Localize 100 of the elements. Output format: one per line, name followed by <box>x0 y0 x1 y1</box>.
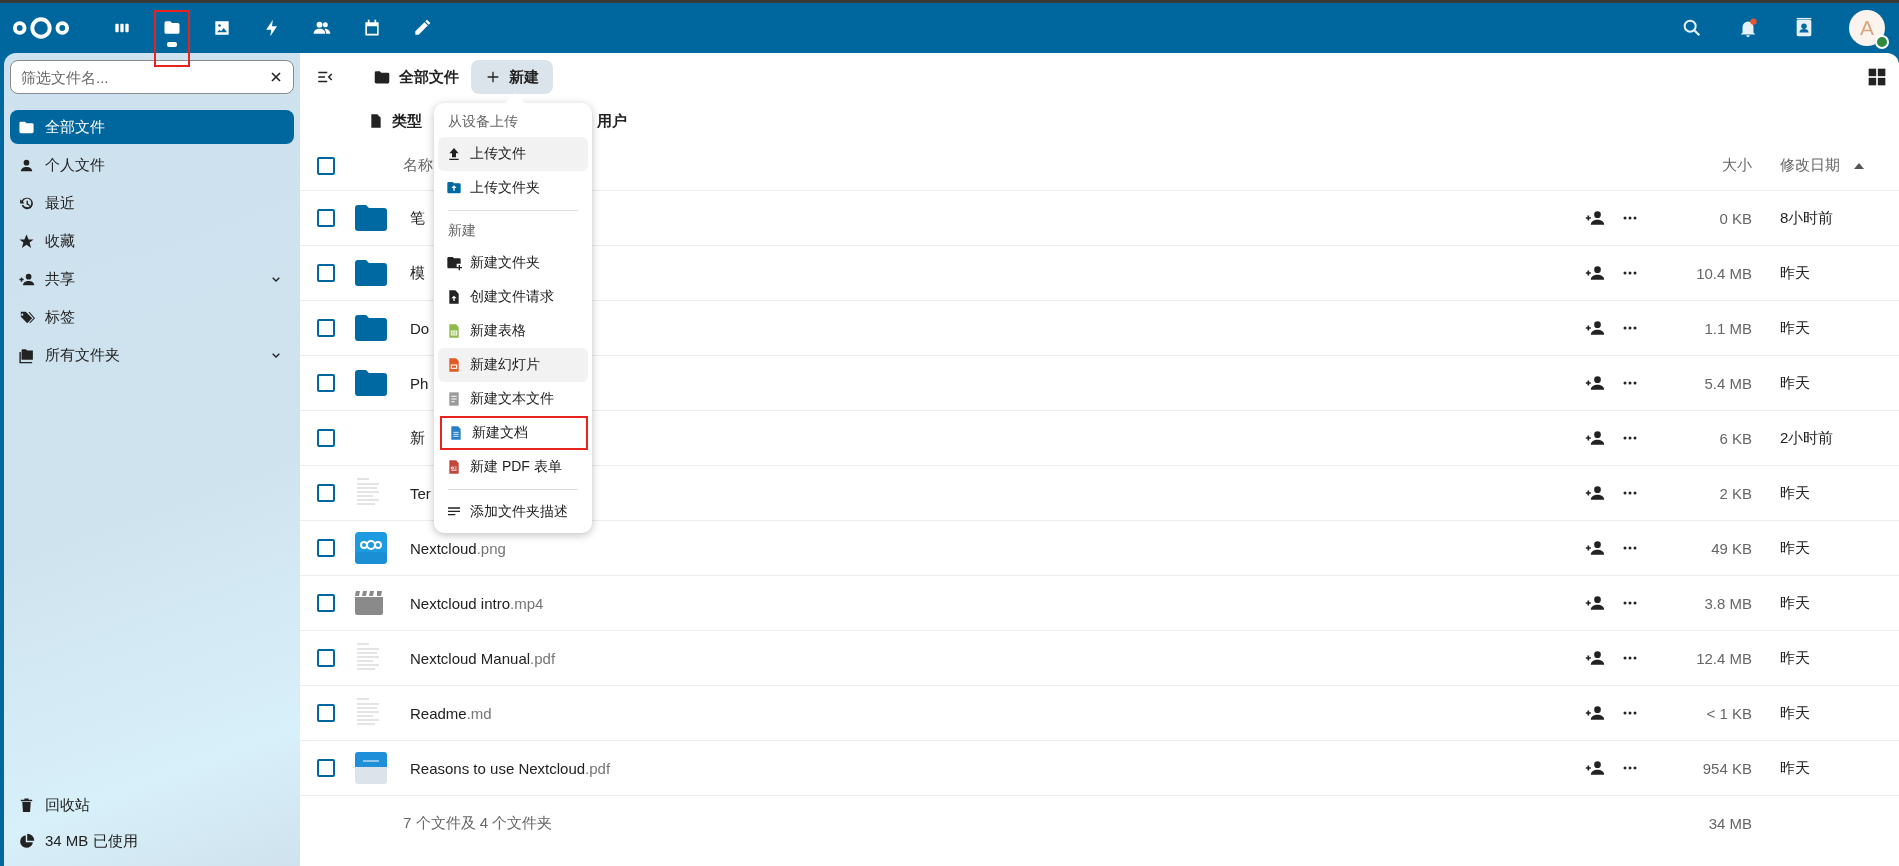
file-name[interactable]: 模 <box>410 263 425 283</box>
trash-icon <box>18 796 35 814</box>
column-header[interactable]: 修改日期 <box>1752 156 1899 175</box>
file-name[interactable]: Readme.md <box>410 704 492 722</box>
modified-date: 昨天 <box>1779 263 1811 283</box>
file-name[interactable]: Ph <box>410 374 429 392</box>
share-icon[interactable] <box>1585 483 1605 503</box>
quota-text: 34 MB 已使用 <box>45 831 138 851</box>
spreadsheet-icon <box>446 323 462 339</box>
row-checkbox[interactable] <box>317 209 335 227</box>
share-icon[interactable] <box>1585 758 1605 778</box>
menu-item[interactable]: 新建文本文件 <box>438 382 588 416</box>
row-checkbox[interactable] <box>317 759 335 777</box>
file-size: 6 KB <box>1718 429 1752 447</box>
logo-icon[interactable] <box>12 15 70 41</box>
folder-icon <box>355 315 387 341</box>
file-size: 2 KB <box>1718 484 1752 502</box>
file-name[interactable]: Nextcloud intro.mp4 <box>410 594 544 612</box>
row-checkbox[interactable] <box>317 319 335 337</box>
folder-icon <box>355 205 387 231</box>
sidebar-item[interactable]: 所有文件夹 <box>10 338 294 372</box>
menu-item[interactable]: 添加文件夹描述 <box>438 495 588 529</box>
sidebar-item[interactable]: 标签 <box>10 300 294 334</box>
modified-date: 昨天 <box>1779 648 1811 668</box>
row-checkbox[interactable] <box>317 704 335 722</box>
share-icon[interactable] <box>1585 428 1605 448</box>
folder-icon[interactable] <box>154 10 190 67</box>
modified-date: 昨天 <box>1779 538 1811 558</box>
menu-item[interactable]: 新建文件夹 <box>438 246 588 280</box>
sidebar-item[interactable]: 最近 <box>10 186 294 220</box>
pie-chart-icon <box>18 832 35 850</box>
folder-icon <box>355 370 387 396</box>
pdf-form-icon <box>446 459 462 475</box>
menu-item[interactable]: 新建幻灯片 <box>438 348 588 382</box>
summary-text: 7 个文件及 4 个文件夹 <box>403 814 553 833</box>
new-button[interactable]: 新建 <box>471 60 553 94</box>
share-icon[interactable] <box>1585 373 1605 393</box>
row-checkbox[interactable] <box>317 264 335 282</box>
file-name[interactable]: 新 <box>410 428 425 448</box>
presentation-icon <box>446 357 462 373</box>
trash-item[interactable]: 回收站 <box>10 788 294 822</box>
sidebar-item[interactable]: 收藏 <box>10 224 294 258</box>
select-all-checkbox[interactable] <box>317 156 335 175</box>
share-icon[interactable] <box>1585 538 1605 558</box>
column-header[interactable]: 大小 <box>1660 156 1752 175</box>
folder-plus-icon <box>446 255 462 271</box>
share-icon[interactable] <box>1585 263 1605 283</box>
document-thumbnail <box>355 752 387 784</box>
sort-arrow-icon <box>1854 163 1864 170</box>
file-name[interactable]: Nextcloud.png <box>410 539 506 557</box>
sidebar-item[interactable]: 全部文件 <box>10 110 294 144</box>
video-icon <box>355 591 383 615</box>
file-size: 12.4 MB <box>1695 649 1752 667</box>
filter-chip[interactable]: 用户 <box>597 111 627 131</box>
share-icon[interactable] <box>1585 593 1605 613</box>
menu-item[interactable]: 创建文件请求 <box>438 280 588 314</box>
menu-item[interactable]: 新建 PDF 表单 <box>438 450 588 484</box>
share-icon[interactable] <box>1585 648 1605 668</box>
file-upload-icon <box>446 289 462 305</box>
plus-icon <box>485 69 501 85</box>
sidebar-item[interactable]: 共享 <box>10 262 294 296</box>
row-checkbox[interactable] <box>317 374 335 392</box>
modified-date: 8小时前 <box>1779 208 1835 228</box>
document-icon <box>448 425 464 441</box>
folder-upload-icon <box>446 180 462 196</box>
row-checkbox[interactable] <box>317 484 335 502</box>
sidebar-item[interactable]: 个人文件 <box>10 148 294 182</box>
column-header[interactable]: 名称 <box>403 156 433 175</box>
grid-view-icon[interactable] <box>1867 67 1887 87</box>
filter-chip[interactable]: 类型 <box>368 111 422 131</box>
row-checkbox[interactable] <box>317 649 335 667</box>
file-name[interactable]: Ter <box>410 484 431 502</box>
search-icon[interactable] <box>1681 17 1703 39</box>
upload-icon <box>446 146 462 162</box>
menu-item[interactable]: 上传文件 <box>438 137 588 171</box>
folders-icon <box>18 346 35 364</box>
menu-item[interactable]: 新建表格 <box>438 314 588 348</box>
row-checkbox[interactable] <box>317 594 335 612</box>
file-size: 10.4 MB <box>1695 264 1752 282</box>
row-checkbox[interactable] <box>317 429 335 447</box>
menu-heading: 新建 <box>447 221 477 240</box>
file-name[interactable]: 笔 <box>410 208 425 228</box>
row-checkbox[interactable] <box>317 539 335 557</box>
file-name[interactable]: Do <box>410 319 430 337</box>
filter-field[interactable]: 筛选文件名... <box>10 60 294 94</box>
share-icon[interactable] <box>1585 703 1605 723</box>
star-icon <box>18 232 35 250</box>
menu-item[interactable]: 上传文件夹 <box>438 171 588 205</box>
file-name[interactable]: Reasons to use Nextcloud.pdf <box>410 759 611 777</box>
menu-item[interactable]: 新建文档 <box>440 416 588 450</box>
file-name[interactable]: Nextcloud Manual.pdf <box>410 649 556 667</box>
breadcrumb[interactable]: 全部文件 <box>399 67 459 87</box>
status-dot <box>1875 35 1889 49</box>
file-size: < 1 KB <box>1705 704 1752 722</box>
share-icon[interactable] <box>1585 318 1605 338</box>
share-icon[interactable] <box>1585 208 1605 228</box>
folder-icon <box>373 69 391 85</box>
menu-heading: 从设备上传 <box>447 112 519 131</box>
file-size: 5.4 MB <box>1703 374 1752 392</box>
modified-date: 昨天 <box>1779 318 1811 338</box>
